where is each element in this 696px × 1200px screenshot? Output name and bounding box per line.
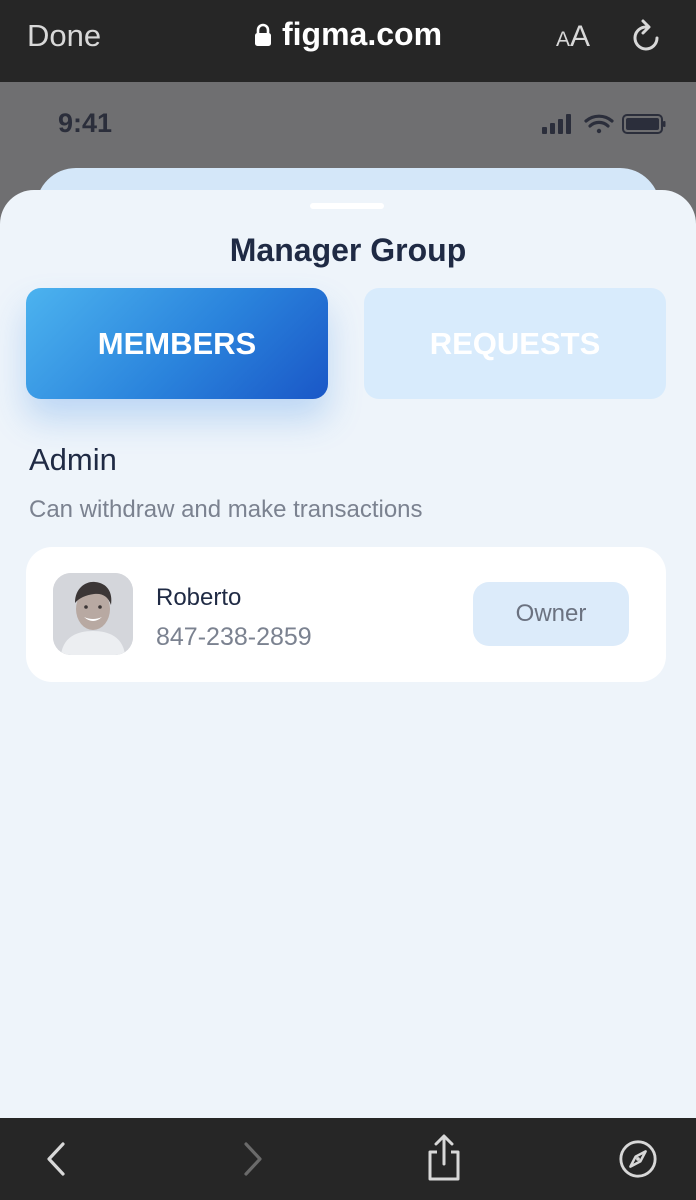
manager-group-sheet: Manager Group MEMBERS REQUESTS Admin Can… [0,190,696,1120]
avatar-photo [53,573,133,655]
role-badge: Owner [473,582,629,646]
battery-icon [622,114,666,134]
url-text: figma.com [281,16,443,52]
compass-icon[interactable] [618,1138,658,1180]
back-arrow-icon[interactable] [38,1138,78,1180]
signal-icon [542,114,571,134]
member-name: Roberto [156,584,242,611]
section-subtitle: Can withdraw and make transactions [29,496,423,523]
text-size-button[interactable]: AA [556,20,590,54]
reload-icon[interactable] [630,18,664,54]
text-size-small-label: A [556,28,571,51]
status-icons [542,114,666,134]
lock-icon [254,23,271,46]
section-title: Admin [29,442,117,477]
member-card[interactable]: Roberto 847-238-2859 Owner [26,547,666,682]
sheet-grabber[interactable] [310,203,384,209]
wifi-icon [584,114,614,134]
browser-bottom-bar [0,1118,696,1200]
page-title: Manager Group [229,232,467,268]
text-size-large-label: A [570,20,591,53]
tab-members[interactable]: MEMBERS [26,288,328,399]
avatar [53,573,133,655]
browser-top-bar: Done figma.com AA [0,0,696,82]
tab-requests[interactable]: REQUESTS [364,288,666,399]
address-bar[interactable]: figma.com [0,16,696,53]
share-icon[interactable] [424,1134,464,1182]
member-phone: 847-238-2859 [156,623,312,651]
status-time: 9:41 [58,108,113,138]
forward-arrow-icon[interactable] [232,1138,272,1180]
